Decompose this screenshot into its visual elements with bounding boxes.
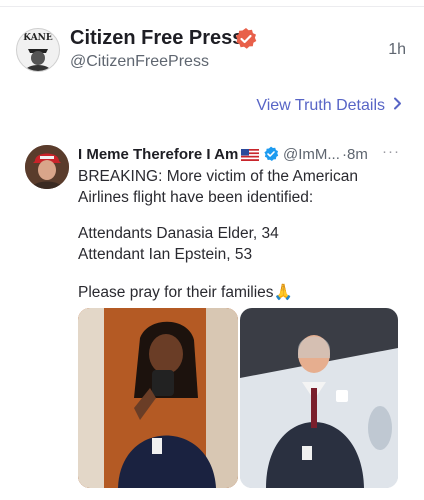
quoted-text-line: Attendant Ian Epstein, 53 — [78, 246, 253, 263]
us-flag-icon — [241, 149, 259, 161]
quoted-post-time[interactable]: 8m — [347, 146, 368, 163]
author-avatar[interactable]: KANE — [16, 28, 60, 72]
photo-man — [240, 308, 398, 488]
post-time[interactable]: 1h — [388, 41, 406, 59]
quoted-author-handle[interactable]: @ImM... — [283, 146, 340, 163]
verified-badge-icon — [235, 28, 257, 49]
quoted-text-line: Attendants Danasia Elder, 34 — [78, 225, 279, 242]
view-truth-details-link[interactable]: View Truth Details — [256, 97, 402, 115]
photo-woman — [78, 308, 238, 488]
media-image-right[interactable] — [240, 308, 398, 488]
author-name[interactable]: Citizen Free Press — [70, 27, 243, 50]
more-icon[interactable]: ··· — [382, 143, 400, 160]
quoted-avatar-figure — [25, 145, 69, 189]
quoted-text-line: Please pray for their families🙏 — [78, 284, 293, 301]
verified-check-icon — [264, 146, 279, 161]
quoted-text-line: BREAKING: More victim of the American — [78, 168, 358, 185]
author-handle[interactable]: @CitizenFreePress — [70, 53, 209, 71]
quoted-author-name[interactable]: I Meme Therefore I Am — [78, 146, 238, 163]
chevron-right-icon — [393, 97, 402, 115]
quoted-author-avatar[interactable] — [25, 145, 69, 189]
top-divider — [0, 0, 424, 7]
avatar-figure — [25, 49, 51, 71]
media-image-left[interactable] — [78, 308, 238, 488]
view-truth-details-label: View Truth Details — [256, 97, 385, 114]
quoted-text-line: Airlines flight have been identified: — [78, 189, 314, 206]
